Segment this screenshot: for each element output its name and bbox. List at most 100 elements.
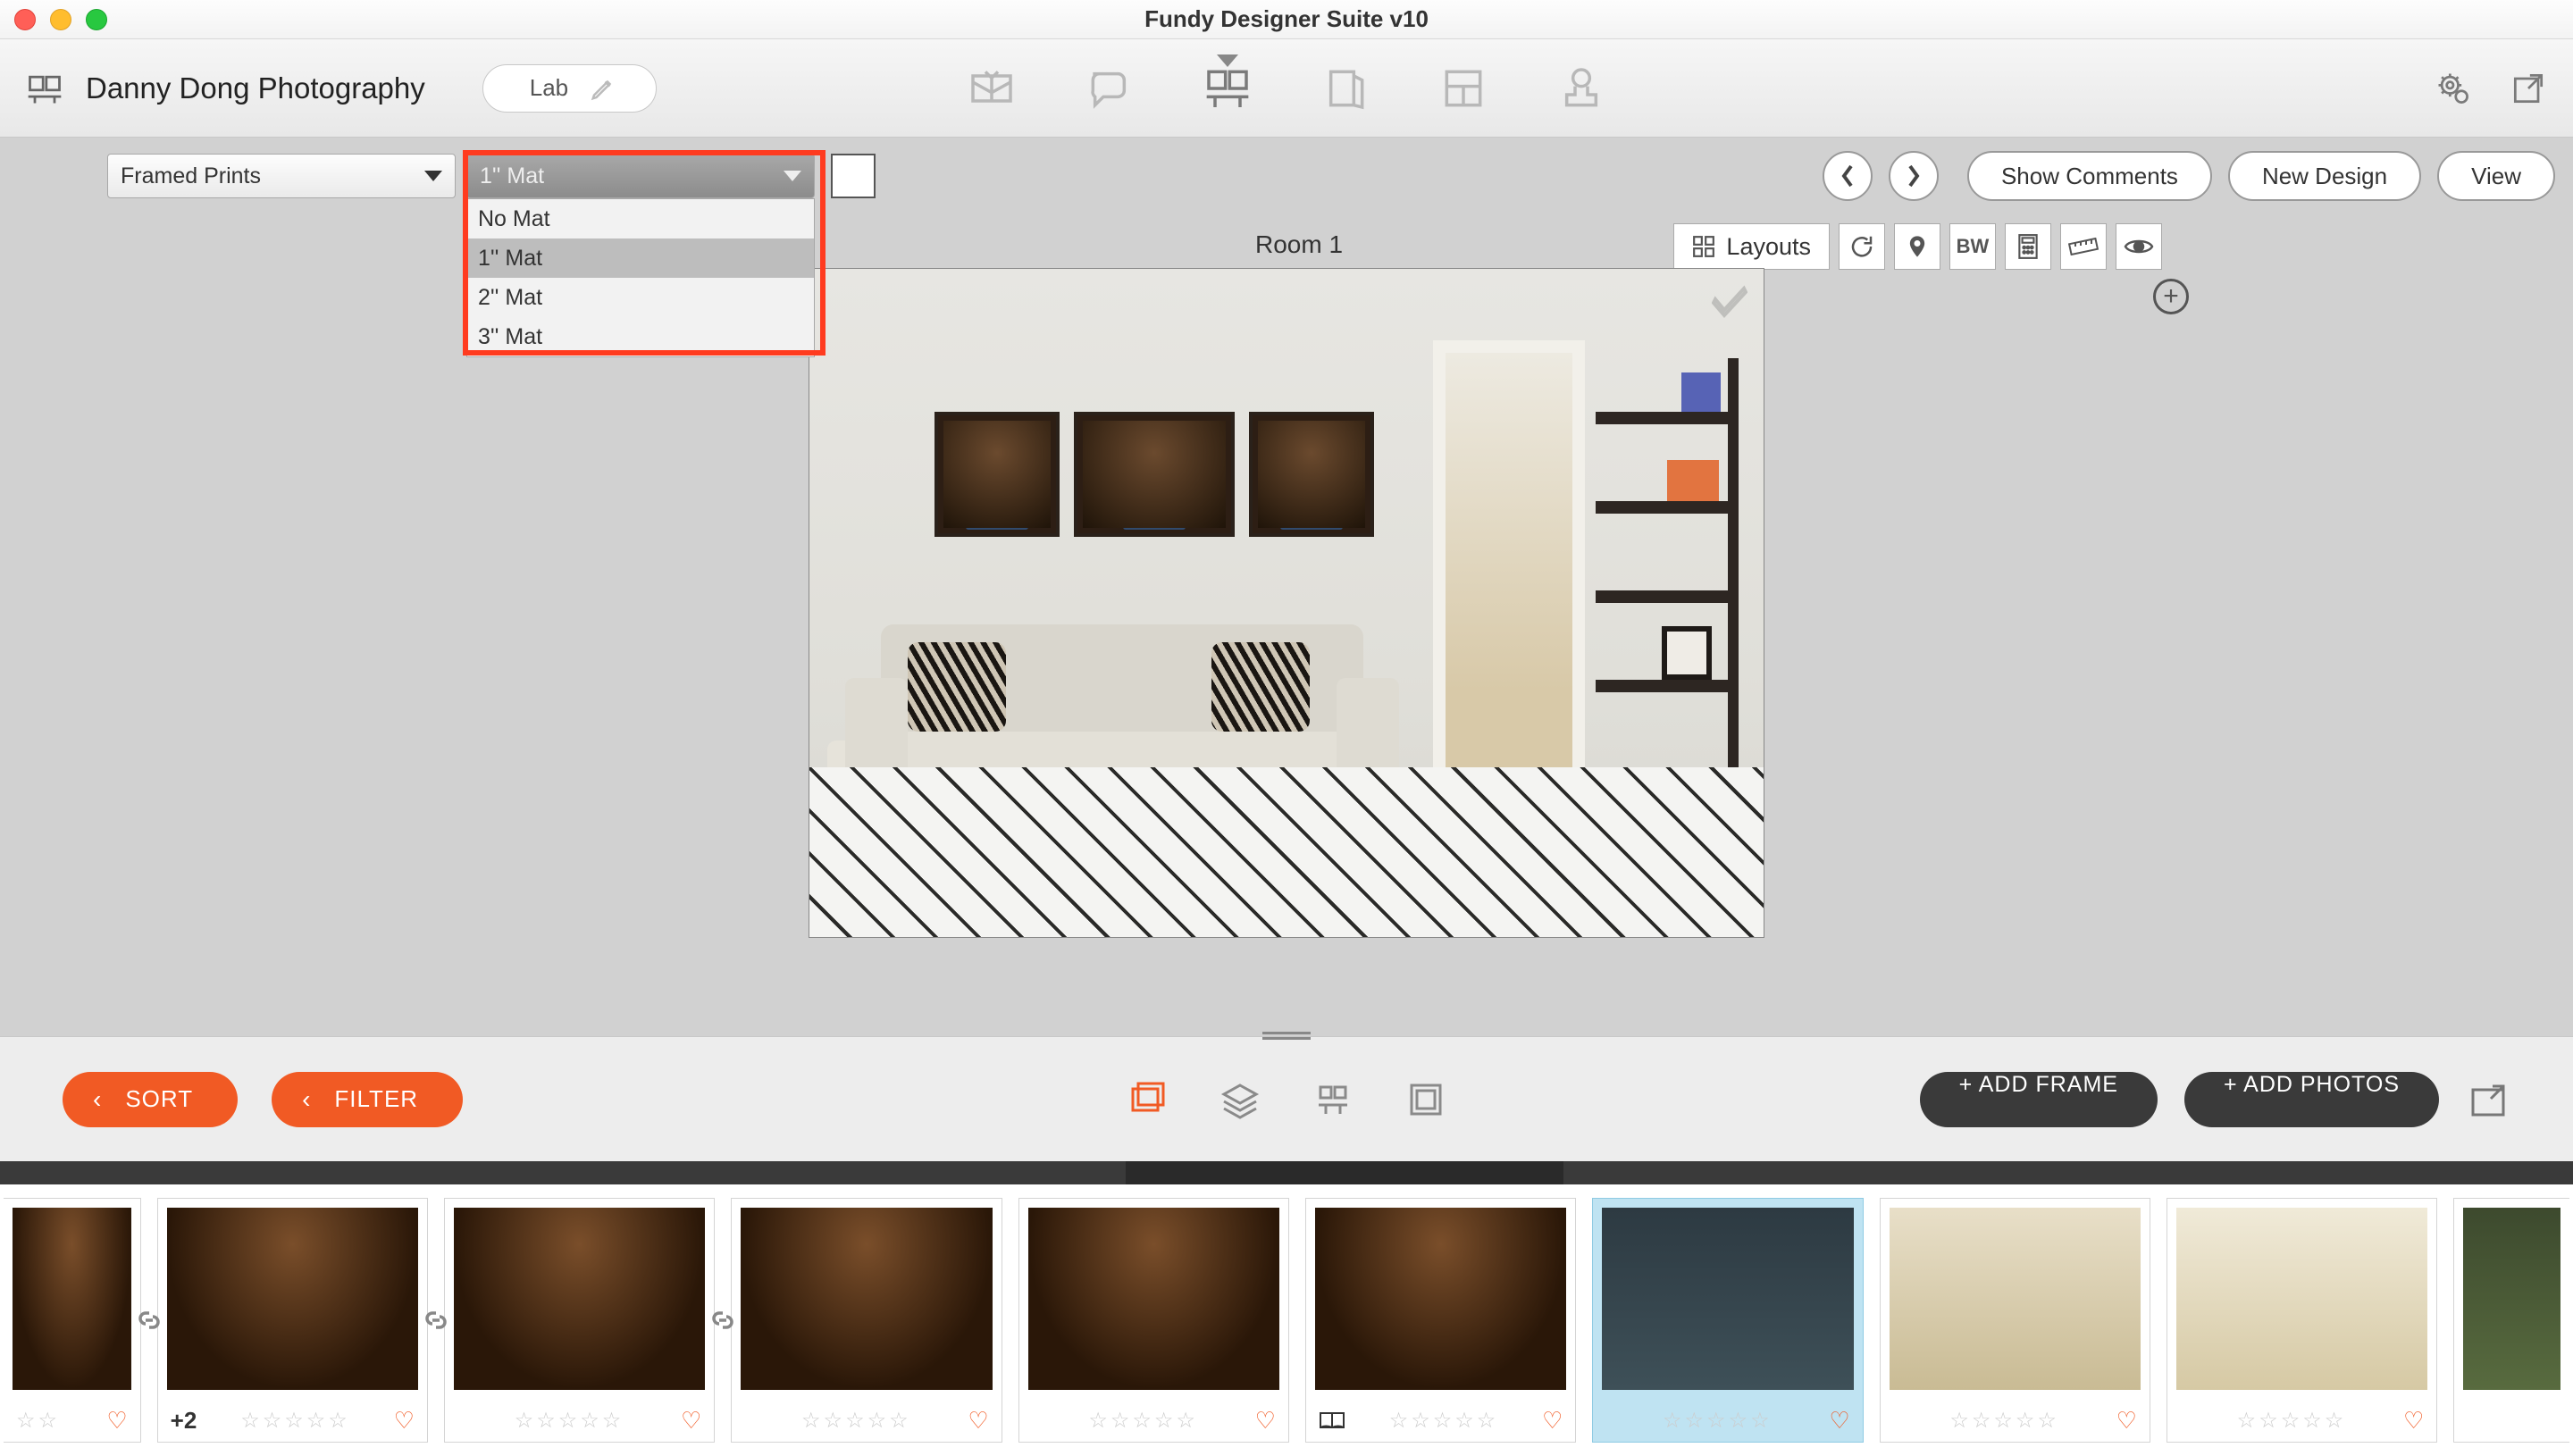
room-preview[interactable]: 20x30 45x30 20x30 [809, 268, 1764, 938]
layout-mode-icon[interactable] [1438, 63, 1488, 113]
thumbnail-card[interactable]: +2 ☆☆☆☆☆ ♡ [157, 1198, 428, 1443]
sort-label: SORT [125, 1085, 193, 1113]
rating-stars[interactable]: ☆☆☆☆☆ [515, 1408, 624, 1434]
wall-prints-group[interactable]: 20x30 45x30 20x30 [934, 412, 1374, 537]
thumbnail-card[interactable]: ☆☆☆☆☆ ♡ [2167, 1198, 2437, 1443]
favorite-heart-icon[interactable]: ♡ [1542, 1407, 1563, 1435]
view-button[interactable]: View [2437, 151, 2555, 201]
mat-color-swatch[interactable] [831, 154, 876, 198]
thumbnail-card[interactable]: ☆☆ ♡ [4, 1198, 141, 1443]
calculator-tool[interactable] [2005, 223, 2051, 270]
thumbnail-card-selected[interactable]: 1 ☆☆☆☆☆ ♡ [1592, 1198, 1863, 1443]
active-tab-segment [1126, 1161, 1563, 1184]
wall-print-3[interactable]: 20x30 [1249, 412, 1374, 537]
active-mode-marker [1217, 54, 1238, 67]
cards-mode-icon[interactable] [1320, 63, 1370, 113]
mat-option-3-inch[interactable]: 3'' Mat [467, 317, 814, 356]
rating-stars[interactable]: ☆☆☆☆☆ [2237, 1408, 2347, 1434]
pin-tool[interactable] [1894, 223, 1940, 270]
mat-size-value: 1'' Mat [480, 163, 544, 189]
product-type-dropdown[interactable]: Framed Prints [107, 154, 456, 198]
chevron-left-icon: ‹ [302, 1085, 311, 1114]
thumbnail-card[interactable]: ☆☆☆☆☆ ♡ [1305, 1198, 1576, 1443]
room-doorway [1433, 340, 1585, 787]
bw-tool[interactable]: BW [1949, 223, 1996, 270]
settings-gear-icon[interactable] [2434, 69, 2473, 108]
wall-print-1[interactable]: 20x30 [934, 412, 1060, 537]
pencil-icon [590, 75, 616, 102]
next-design-button[interactable] [1889, 151, 1939, 201]
sort-button[interactable]: ‹ SORT [63, 1072, 238, 1127]
thumbnail-card[interactable]: 1 ☆☆☆☆☆ ♡ [444, 1198, 715, 1443]
stamp-mode-icon[interactable] [1556, 63, 1606, 113]
rating-stars[interactable]: ☆☆☆☆☆ [801, 1408, 911, 1434]
link-icon [133, 1304, 165, 1336]
favorite-heart-icon[interactable]: ♡ [106, 1407, 127, 1435]
rating-stars[interactable]: ☆☆ [16, 1408, 60, 1434]
thumb-tab-strip[interactable] [0, 1161, 2573, 1184]
photos-view-icon[interactable] [1127, 1080, 1167, 1119]
add-photos-button[interactable]: + ADD PHOTOS [2184, 1072, 2439, 1127]
window-title: Fundy Designer Suite v10 [1144, 5, 1429, 33]
lab-button[interactable]: Lab [482, 64, 657, 113]
eye-tool[interactable] [2116, 223, 2162, 270]
close-window-button[interactable] [14, 9, 36, 30]
rotate-tool[interactable] [1839, 223, 1885, 270]
layouts-label: Layouts [1726, 233, 1811, 261]
thumbnail-card[interactable] [2453, 1198, 2569, 1443]
expand-panel-icon[interactable] [2466, 1077, 2510, 1122]
minimize-window-button[interactable] [50, 9, 71, 30]
chevron-down-icon [424, 171, 442, 181]
favorite-heart-icon[interactable]: ♡ [2403, 1407, 2424, 1435]
layers-view-icon[interactable] [1220, 1080, 1260, 1119]
main-toolbar: Danny Dong Photography Lab [0, 39, 2573, 138]
thumbnail-card[interactable]: 1 ☆☆☆☆☆ ♡ [1018, 1198, 1289, 1443]
chat-mode-icon[interactable] [1085, 63, 1135, 113]
filter-button[interactable]: ‹ FILTER [272, 1072, 463, 1127]
app-logo-icon[interactable] [25, 69, 64, 108]
thumbnail-strip[interactable]: ☆☆ ♡ +2 ☆☆☆☆☆ ♡ 1 ☆☆☆☆☆ ♡ ☆☆☆☆☆ ♡ [0, 1184, 2573, 1456]
favorite-heart-icon[interactable]: ♡ [681, 1407, 701, 1435]
thumbnail-image [13, 1208, 131, 1390]
link-icon [420, 1304, 452, 1336]
rating-stars[interactable]: ☆☆☆☆☆ [1389, 1408, 1499, 1434]
layouts-button[interactable]: Layouts [1673, 223, 1830, 270]
add-item-button[interactable]: + [2153, 279, 2189, 314]
rating-stars[interactable]: ☆☆☆☆☆ [1088, 1408, 1198, 1434]
thumbnail-image [1602, 1208, 1853, 1390]
thumbnail-card[interactable]: ☆☆☆☆☆ ♡ [731, 1198, 1002, 1443]
wall-art-mode-icon[interactable] [1203, 63, 1253, 113]
favorite-heart-icon[interactable]: ♡ [968, 1407, 988, 1435]
show-comments-button[interactable]: Show Comments [1967, 151, 2212, 201]
mat-size-dropdown[interactable]: 1'' Mat [466, 154, 815, 198]
rating-stars[interactable]: ☆☆☆☆☆ [240, 1408, 350, 1434]
mat-option-1-inch[interactable]: 1'' Mat [467, 238, 814, 278]
favorite-heart-icon[interactable]: ♡ [394, 1407, 415, 1435]
lab-label: Lab [530, 74, 568, 102]
mat-option-no-mat[interactable]: No Mat [467, 199, 814, 238]
thumbnail-image [1890, 1208, 2141, 1390]
maximize-window-button[interactable] [86, 9, 107, 30]
panel-drag-handle[interactable] [1262, 1032, 1311, 1041]
external-link-icon[interactable] [2509, 69, 2548, 108]
rating-stars[interactable]: ☆☆☆☆☆ [1663, 1408, 1773, 1434]
thumbnail-image [2463, 1208, 2560, 1390]
favorite-heart-icon[interactable]: ♡ [1829, 1407, 1849, 1435]
ruler-tool[interactable] [2060, 223, 2107, 270]
rating-stars[interactable]: ☆☆☆☆☆ [1949, 1408, 2059, 1434]
room-floor [809, 767, 1764, 937]
thumbnail-card[interactable]: ☆☆☆☆☆ ♡ [1880, 1198, 2150, 1443]
wall-print-2[interactable]: 45x30 [1074, 412, 1235, 537]
rooms-view-icon[interactable] [1313, 1080, 1353, 1119]
new-design-button[interactable]: New Design [2228, 151, 2421, 201]
mat-option-2-inch[interactable]: 2'' Mat [467, 278, 814, 317]
thumbnail-image [2176, 1208, 2427, 1390]
frames-view-icon[interactable] [1406, 1080, 1446, 1119]
favorite-heart-icon[interactable]: ♡ [2116, 1407, 2137, 1435]
prev-design-button[interactable] [1823, 151, 1873, 201]
product-type-value: Framed Prints [121, 163, 261, 189]
add-frame-button[interactable]: + ADD FRAME [1920, 1072, 2158, 1127]
approve-check-icon[interactable] [1712, 283, 1747, 319]
favorite-heart-icon[interactable]: ♡ [1255, 1407, 1276, 1435]
album-mode-icon[interactable] [967, 63, 1017, 113]
